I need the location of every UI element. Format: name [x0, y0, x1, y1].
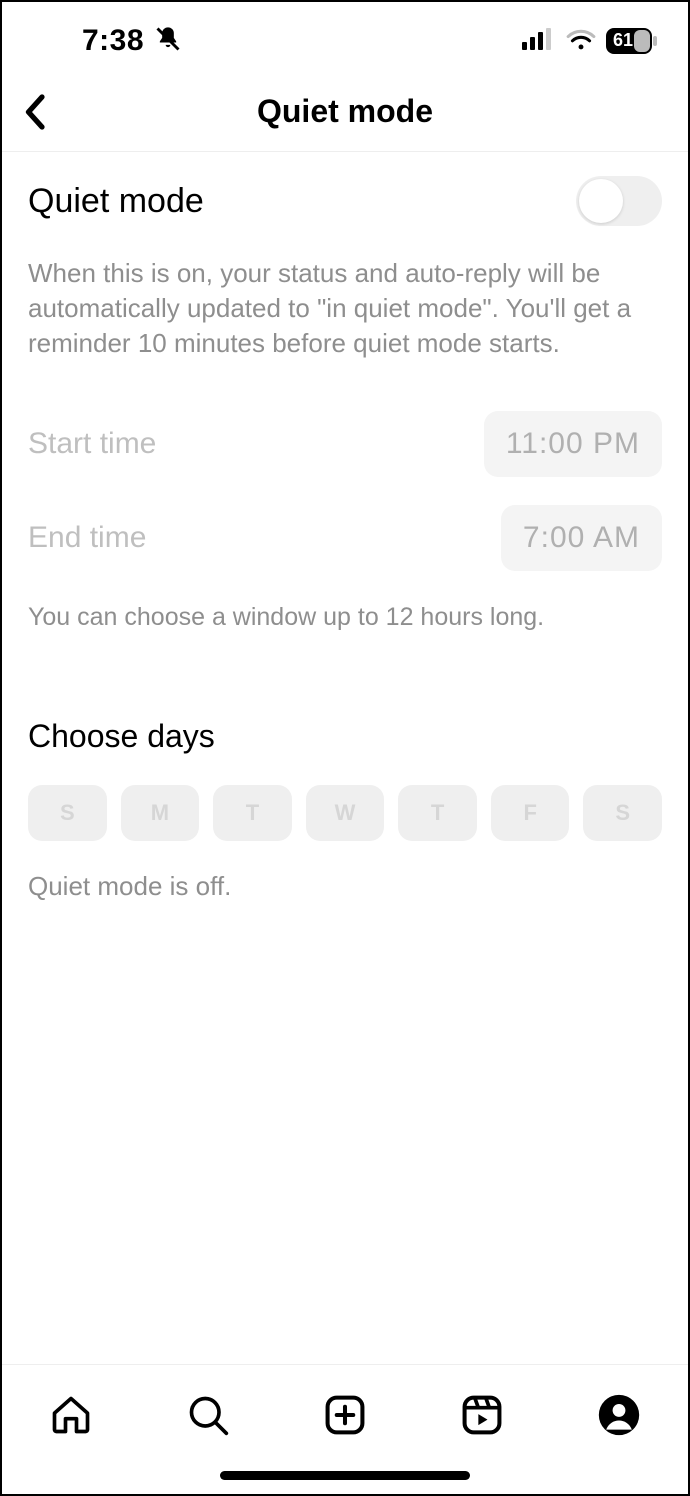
battery-pct: 61	[613, 30, 633, 51]
status-right: 61	[522, 28, 658, 55]
tab-home[interactable]	[41, 1387, 101, 1447]
day-wednesday[interactable]: W	[306, 785, 385, 841]
quiet-mode-description: When this is on, your status and auto-re…	[28, 256, 662, 361]
home-indicator[interactable]	[220, 1471, 470, 1480]
status-time: 7:38	[82, 24, 144, 58]
end-time-row: End time 7:00 AM	[28, 505, 662, 571]
choose-days-title: Choose days	[28, 718, 662, 755]
nav-header: Quiet mode	[2, 72, 688, 152]
tab-profile[interactable]	[589, 1387, 649, 1447]
cellular-icon	[522, 28, 556, 55]
day-monday[interactable]: M	[121, 785, 200, 841]
status-bar: 7:38 61	[2, 2, 688, 72]
tab-search[interactable]	[178, 1387, 238, 1447]
reels-icon	[460, 1393, 504, 1442]
start-time-value[interactable]: 11:00 PM	[484, 411, 662, 477]
day-friday[interactable]: F	[491, 785, 570, 841]
toggle-knob	[579, 179, 623, 223]
tab-reels[interactable]	[452, 1387, 512, 1447]
day-saturday[interactable]: S	[583, 785, 662, 841]
home-icon	[49, 1393, 93, 1442]
day-thursday[interactable]: T	[398, 785, 477, 841]
quiet-mode-toggle[interactable]	[576, 176, 662, 226]
quiet-mode-label: Quiet mode	[28, 182, 204, 221]
start-time-label: Start time	[28, 427, 156, 461]
quiet-mode-status: Quiet mode is off.	[28, 871, 662, 902]
battery-icon: 61	[606, 28, 658, 54]
content: Quiet mode When this is on, your status …	[2, 152, 688, 902]
back-button[interactable]	[16, 92, 56, 132]
end-time-value[interactable]: 7:00 AM	[501, 505, 662, 571]
profile-icon	[597, 1393, 641, 1442]
silent-icon	[154, 25, 182, 58]
tab-create[interactable]	[315, 1387, 375, 1447]
plus-square-icon	[323, 1393, 367, 1442]
page-title: Quiet mode	[257, 93, 433, 130]
day-tuesday[interactable]: T	[213, 785, 292, 841]
time-window-hint: You can choose a window up to 12 hours l…	[28, 603, 662, 632]
wifi-icon	[566, 28, 596, 55]
day-selector-row: S M T W T F S	[28, 785, 662, 841]
day-sunday[interactable]: S	[28, 785, 107, 841]
quiet-mode-row: Quiet mode	[28, 152, 662, 226]
start-time-row: Start time 11:00 PM	[28, 411, 662, 477]
status-left: 7:38	[32, 24, 182, 58]
search-icon	[186, 1393, 230, 1442]
end-time-label: End time	[28, 521, 146, 555]
